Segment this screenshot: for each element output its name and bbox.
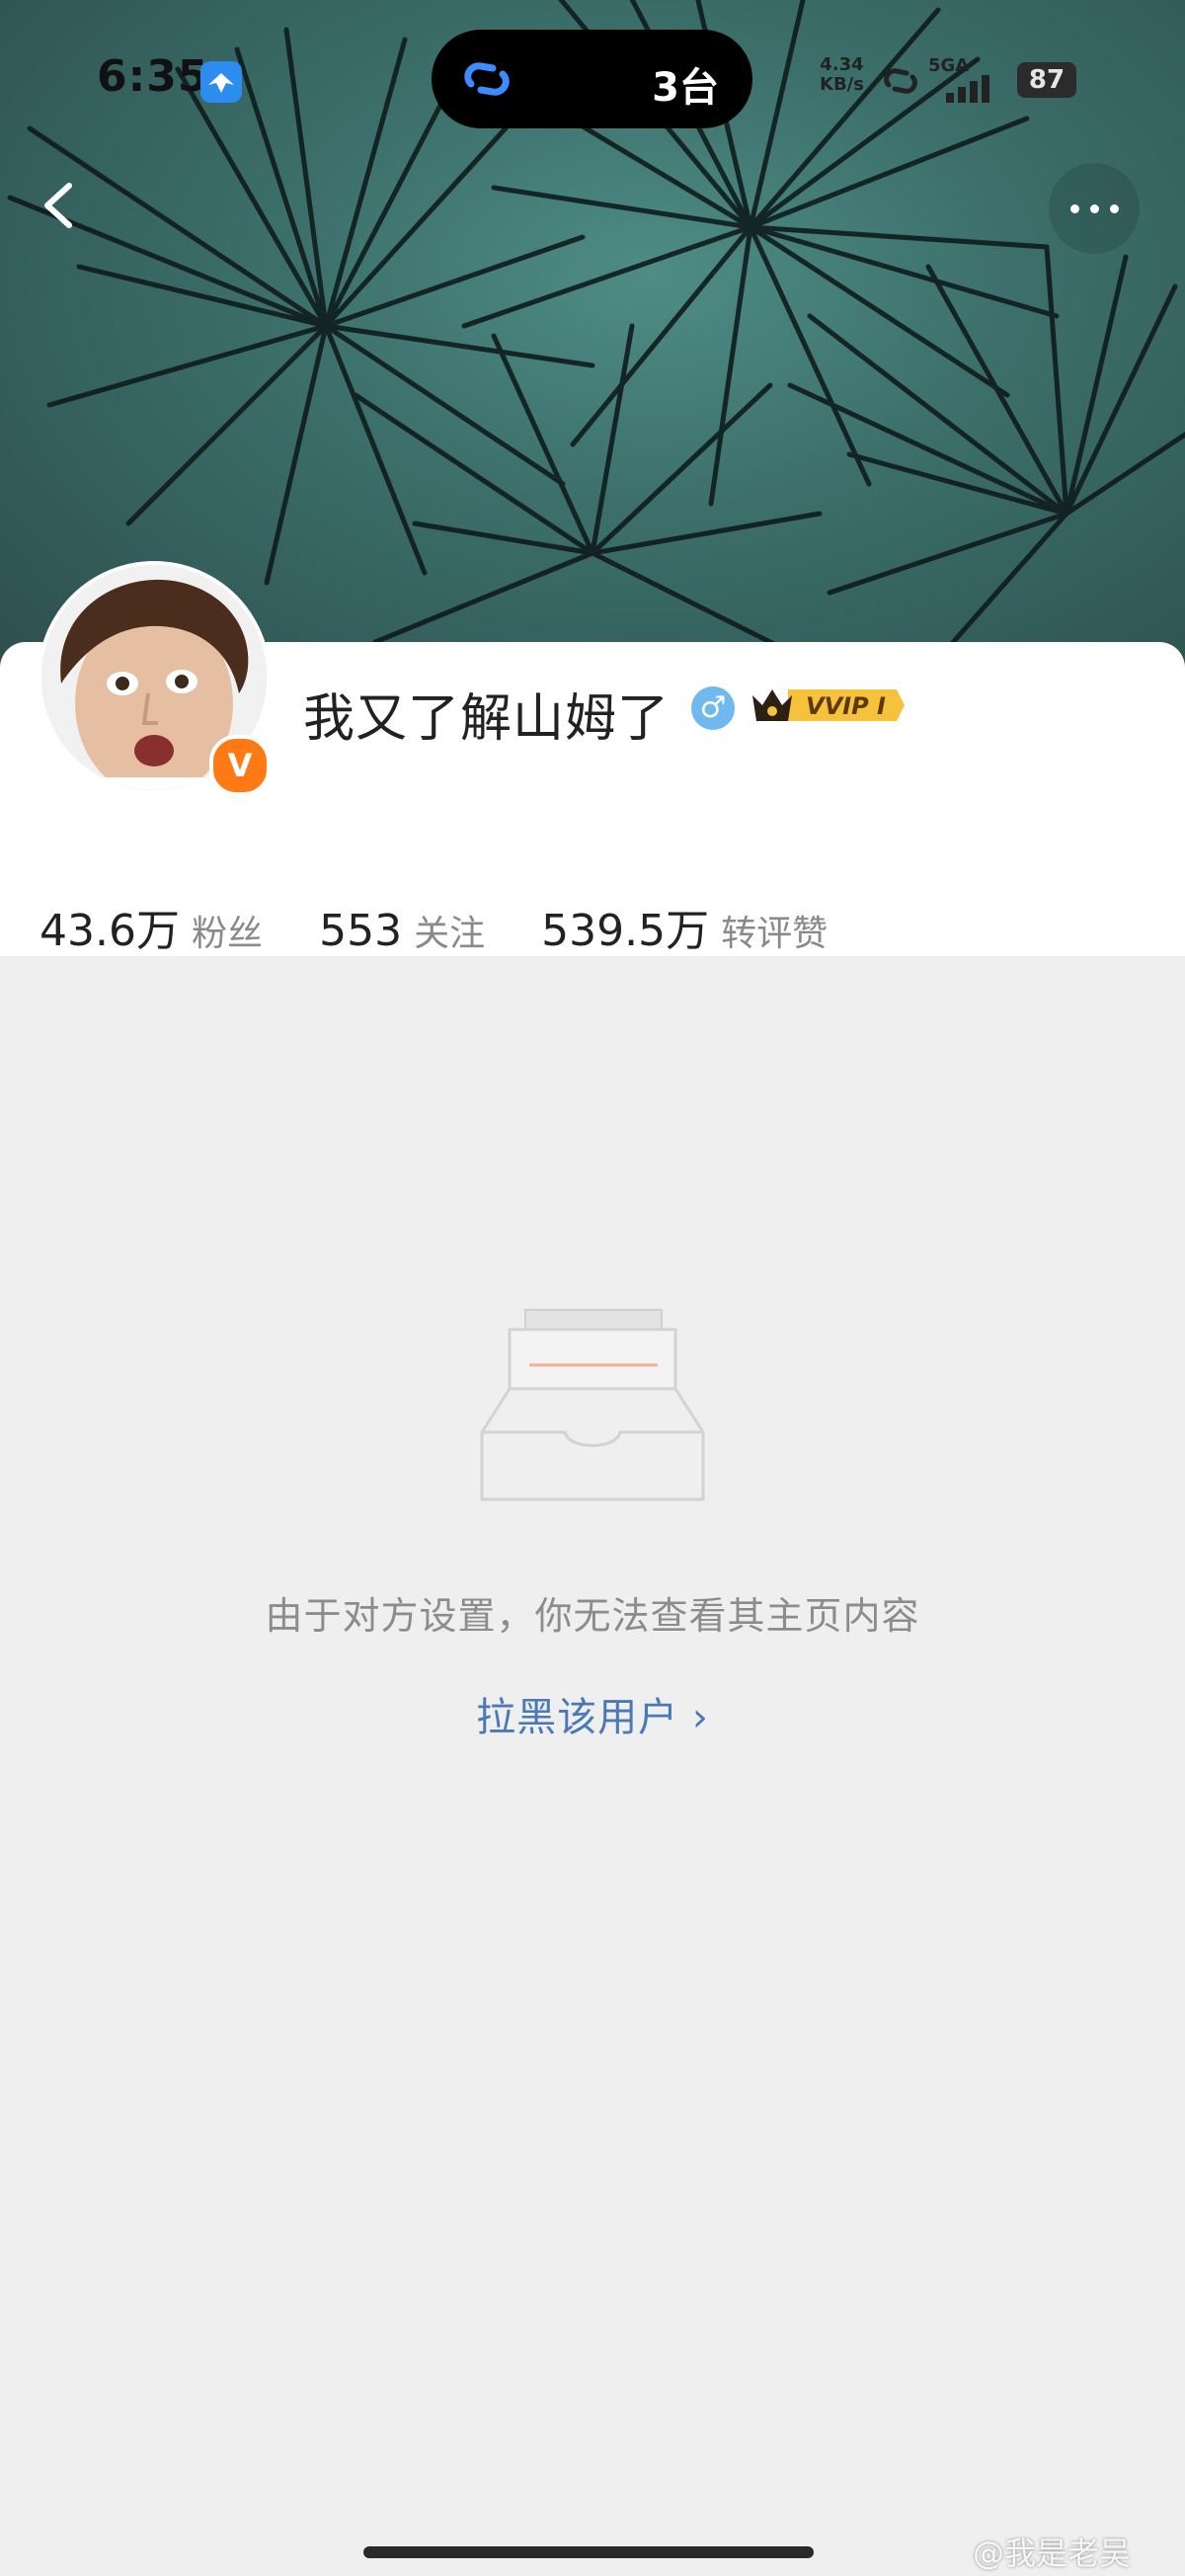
more-options-button[interactable] [1049,163,1140,254]
stat-following[interactable]: 553 关注 [319,906,541,956]
profile-stats: 43.6万 粉丝 553 关注 539.5万 转评赞 [40,895,879,956]
following-count: 553 [319,906,403,956]
interactions-label: 转评赞 [721,914,829,954]
more-horizontal-icon [1070,204,1079,213]
chevron-left-icon [44,183,72,228]
empty-box-icon [480,1309,705,1501]
weibo-watermark: @我是老吴 [973,2535,1132,2572]
battery-level: 87 [1017,62,1076,98]
device-count: 3台 [652,65,719,111]
back-button[interactable] [32,176,91,235]
block-user-link[interactable]: 拉黑该用户 › [0,1685,1185,1742]
network-speed: 4.34 KB/s [820,55,864,95]
vip-badge[interactable]: VVIP I [749,682,907,733]
link-icon [464,62,510,96]
vip-label: VVIP I [806,692,886,720]
network-speed-value: 4.34 [820,54,864,75]
verified-badge-icon: V [209,735,271,796]
airplane-app-icon [200,61,242,103]
followers-count: 43.6万 [40,906,180,956]
profile-username: 我又了解山姆了 [303,689,671,749]
empty-state-message: 由于对方设置，你无法查看其主页内容 [265,1594,920,1638]
stat-followers[interactable]: 43.6万 粉丝 [40,906,319,956]
network-speed-unit: KB/s [820,74,864,95]
link-status-icon [884,68,917,94]
status-bar: 6:35 3台 4.34 KB/s 5GA 87 [0,0,1185,158]
followers-label: 粉丝 [191,914,263,954]
following-label: 关注 [414,914,486,954]
home-indicator[interactable] [363,2546,814,2558]
status-time: 6:35 [97,51,209,102]
signal-icon [946,75,989,103]
male-gender-icon: ♂ [691,686,735,730]
stat-interactions[interactable]: 539.5万 转评赞 [541,906,879,956]
interactions-count: 539.5万 [541,906,710,956]
dynamic-island[interactable]: 3台 [432,30,752,128]
